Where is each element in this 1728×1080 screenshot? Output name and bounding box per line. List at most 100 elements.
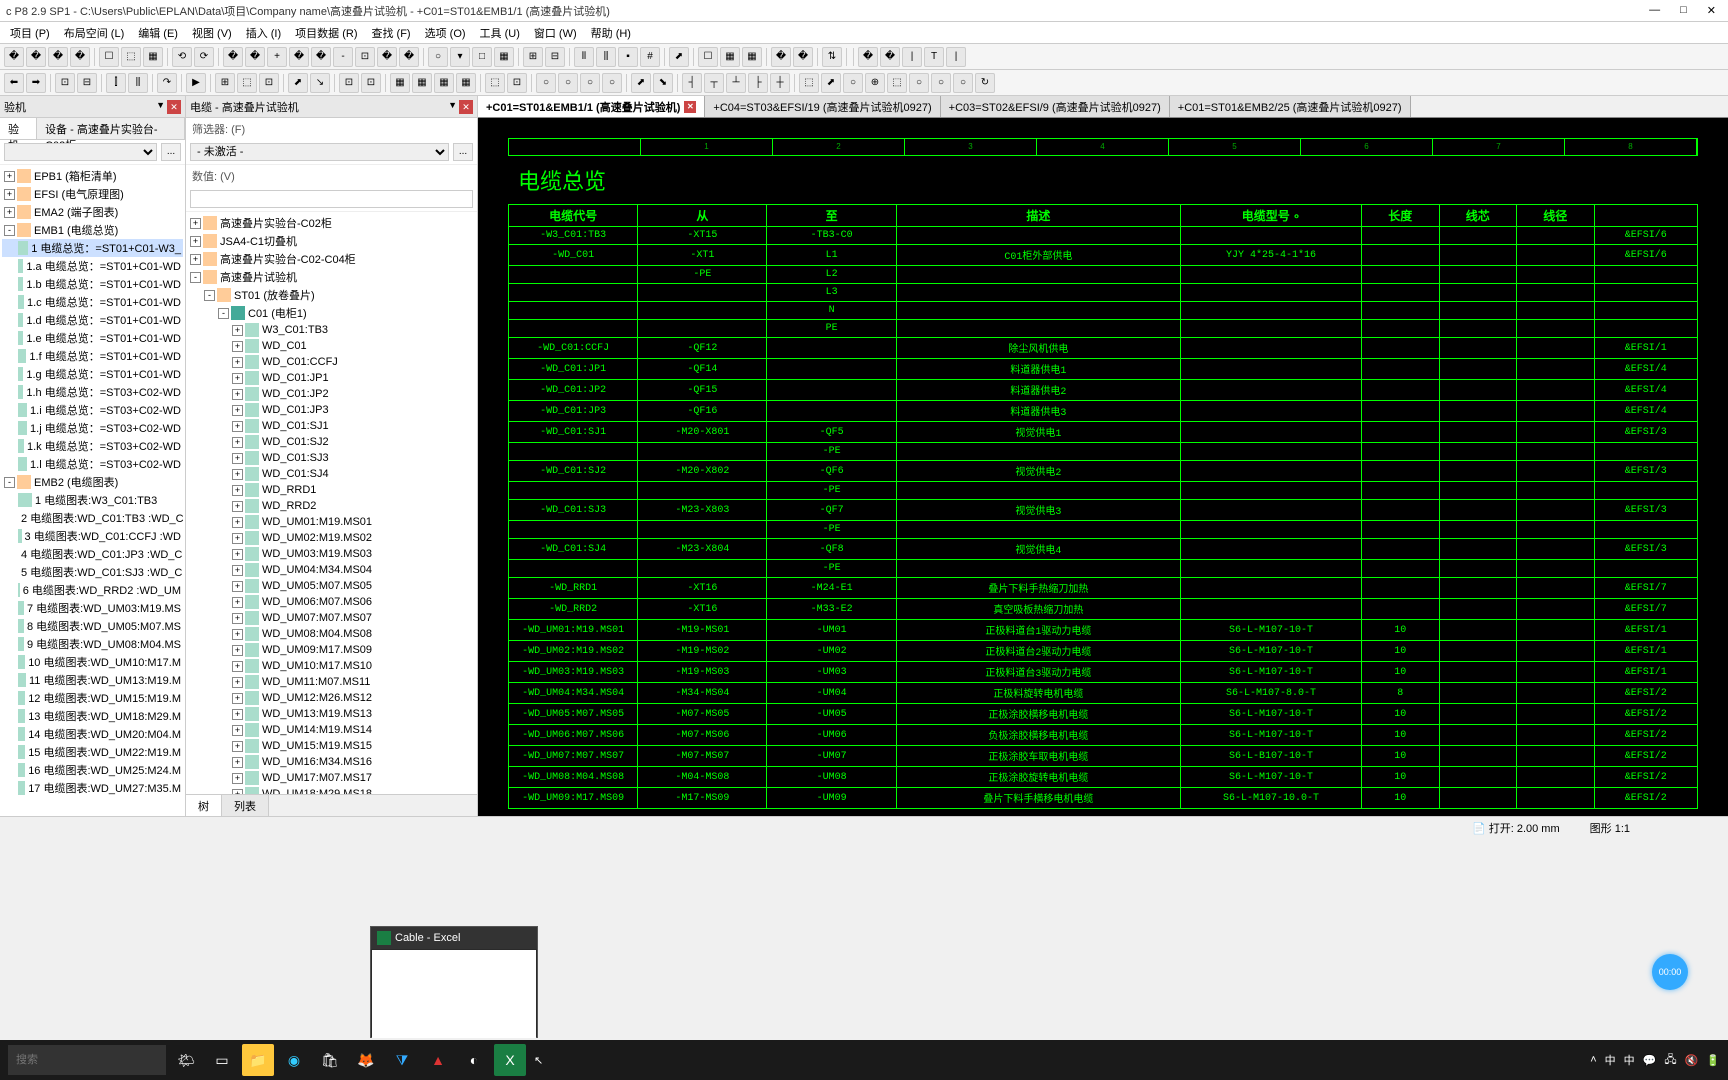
toolbar-btn[interactable]: �: [48, 47, 68, 67]
tree-item[interactable]: 1.d 电缆总览：=ST01+C01-WD: [2, 311, 183, 329]
toolbar-btn[interactable]: ⬚: [887, 73, 907, 93]
tb-app2-icon[interactable]: ◐: [458, 1044, 490, 1076]
tree-item[interactable]: +WD_UM08:M04.MS08: [188, 626, 475, 642]
tree-item[interactable]: 4 电缆图表:WD_C01:JP3 :WD_C: [2, 545, 183, 563]
tree-item[interactable]: +WD_UM14:M19.MS14: [188, 722, 475, 738]
tree-item[interactable]: -C01 (电柜1): [188, 304, 475, 322]
tray-network-icon[interactable]: 🖧: [1664, 1051, 1676, 1070]
tree-tab[interactable]: 树: [186, 795, 222, 816]
tree-item[interactable]: +WD_UM05:M07.MS05: [188, 578, 475, 594]
tree-item[interactable]: 17 电缆图表:WD_UM27:M35.M: [2, 779, 183, 797]
toolbar-btn[interactable]: ○: [428, 47, 448, 67]
tree-item[interactable]: 1 电缆总览：=ST01+C01-W3_: [2, 239, 183, 257]
tree-item[interactable]: 1.l 电缆总览：=ST03+C02-WD: [2, 455, 183, 473]
toolbar-btn[interactable]: ▾: [450, 47, 470, 67]
tree-item[interactable]: +WD_RRD2: [188, 498, 475, 514]
toolbar-btn[interactable]: ↻: [975, 73, 995, 93]
toolbar-btn[interactable]: ⫼: [596, 47, 616, 67]
panel-dropdown-icon[interactable]: ▼: [156, 100, 165, 114]
menu-item-7[interactable]: 选项 (O): [419, 23, 472, 43]
toolbar-btn[interactable]: ▦: [742, 47, 762, 67]
timer-badge[interactable]: 00:00: [1652, 954, 1688, 990]
tree-item[interactable]: +W3_C01:TB3: [188, 322, 475, 338]
tree-item[interactable]: 16 电缆图表:WD_UM25:M24.M: [2, 761, 183, 779]
toolbar-btn[interactable]: �: [858, 47, 878, 67]
value-input[interactable]: [190, 190, 473, 208]
tree-item[interactable]: +WD_UM18:M29.MS18: [188, 786, 475, 794]
tree-item[interactable]: 13 电缆图表:WD_UM18:M29.M: [2, 707, 183, 725]
tree-item[interactable]: 1.e 电缆总览：=ST01+C01-WD: [2, 329, 183, 347]
tree-item[interactable]: +WD_UM13:M19.MS13: [188, 706, 475, 722]
panel-close-icon[interactable]: ✕: [459, 100, 473, 114]
tree-item[interactable]: -高速叠片试验机: [188, 268, 475, 286]
tree-item[interactable]: 7 电缆图表:WD_UM03:M19.MS: [2, 599, 183, 617]
taskbar-search[interactable]: [8, 1045, 166, 1075]
toolbar-btn[interactable]: ⊡: [507, 73, 527, 93]
toolbar-btn[interactable]: ⫴: [574, 47, 594, 67]
doc-tab[interactable]: +C04=ST03&EFSI/19 (高速叠片试验机0927): [705, 96, 940, 117]
toolbar-btn[interactable]: ⬅: [4, 73, 24, 93]
tray-volume-icon[interactable]: 🔇: [1685, 1054, 1699, 1067]
tree-item[interactable]: +EFSI (电气原理图): [2, 185, 183, 203]
tree-item[interactable]: +WD_C01:SJ3: [188, 450, 475, 466]
tree-item[interactable]: +WD_UM02:M19.MS02: [188, 530, 475, 546]
toolbar-btn[interactable]: ⫼: [128, 73, 148, 93]
toolbar-btn[interactable]: ▦: [412, 73, 432, 93]
excel-preview[interactable]: Cable - Excel: [370, 926, 538, 1038]
tree-item[interactable]: 5 电缆图表:WD_C01:SJ3 :WD_C: [2, 563, 183, 581]
toolbar-btn[interactable]: ○: [843, 73, 863, 93]
toolbar-btn[interactable]: -: [333, 47, 353, 67]
toolbar-btn[interactable]: ⊡: [339, 73, 359, 93]
menu-item-9[interactable]: 窗口 (W): [528, 23, 583, 43]
tree-item[interactable]: +WD_UM11:M07.MS11: [188, 674, 475, 690]
menu-item-6[interactable]: 查找 (F): [365, 23, 416, 43]
tb-vscode-icon[interactable]: ⧩: [386, 1044, 418, 1076]
tree-item[interactable]: -EMB2 (电缆图表): [2, 473, 183, 491]
tree-item[interactable]: 3 电缆图表:WD_C01:CCFJ :WD: [2, 527, 183, 545]
toolbar-btn[interactable]: �: [26, 47, 46, 67]
tb-edge-icon[interactable]: ◉: [278, 1044, 310, 1076]
toolbar-btn[interactable]: +: [267, 47, 287, 67]
tree-item[interactable]: 9 电缆图表:WD_UM08:M04.MS: [2, 635, 183, 653]
panel-close-icon[interactable]: ✕: [167, 100, 181, 114]
toolbar-btn[interactable]: ⬊: [653, 73, 673, 93]
toolbar-btn[interactable]: ▦: [720, 47, 740, 67]
tree-item[interactable]: 8 电缆图表:WD_UM05:M07.MS: [2, 617, 183, 635]
tree-item[interactable]: 11 电缆图表:WD_UM13:M19.M: [2, 671, 183, 689]
menu-item-2[interactable]: 编辑 (E): [132, 23, 184, 43]
doc-tab[interactable]: +C01=ST01&EMB1/1 (高速叠片试验机)✕: [478, 96, 705, 117]
toolbar-btn[interactable]: ○: [536, 73, 556, 93]
toolbar-btn[interactable]: ⊟: [77, 73, 97, 93]
toolbar-btn[interactable]: ⊕: [865, 73, 885, 93]
toolbar-btn[interactable]: |: [946, 47, 966, 67]
tree-item[interactable]: +WD_UM06:M07.MS06: [188, 594, 475, 610]
toolbar-btn[interactable]: ⊡: [355, 47, 375, 67]
toolbar-btn[interactable]: ○: [953, 73, 973, 93]
toolbar-btn[interactable]: ⬚: [799, 73, 819, 93]
tb-firefox-icon[interactable]: 🦊: [350, 1044, 382, 1076]
menu-item-4[interactable]: 插入 (I): [240, 23, 287, 43]
toolbar-btn[interactable]: �: [377, 47, 397, 67]
tree-item[interactable]: +WD_C01:SJ2: [188, 434, 475, 450]
tray-lang[interactable]: 中: [1624, 1052, 1635, 1068]
toolbar-btn[interactable]: ▦: [456, 73, 476, 93]
tree-item[interactable]: +WD_UM17:M07.MS17: [188, 770, 475, 786]
tree-item[interactable]: +EMA2 (端子图表): [2, 203, 183, 221]
tree-item[interactable]: +WD_UM01:M19.MS01: [188, 514, 475, 530]
toolbar-btn[interactable]: ⬈: [288, 73, 308, 93]
tree-item[interactable]: 12 电缆图表:WD_UM15:M19.M: [2, 689, 183, 707]
tb-store-icon[interactable]: 🛍: [314, 1044, 346, 1076]
toolbar-btn[interactable]: □: [472, 47, 492, 67]
toolbar-btn[interactable]: |: [902, 47, 922, 67]
minimize-button[interactable]: —: [1643, 4, 1666, 17]
filter-select[interactable]: - 未激活 -: [190, 143, 449, 161]
doc-tab[interactable]: +C03=ST02&EFSI/9 (高速叠片试验机0927): [941, 96, 1170, 117]
toolbar-btn[interactable]: ○: [931, 73, 951, 93]
tree-item[interactable]: 10 电缆图表:WD_UM10:M17.M: [2, 653, 183, 671]
toolbar-btn[interactable]: ┴: [726, 73, 746, 93]
tb-app1-icon[interactable]: ▲: [422, 1044, 454, 1076]
toolbar-btn[interactable]: ○: [558, 73, 578, 93]
tree-item[interactable]: +WD_UM10:M17.MS10: [188, 658, 475, 674]
tray-chevron-icon[interactable]: ˄: [1590, 1054, 1596, 1066]
tree-item[interactable]: 1.f 电缆总览：=ST01+C01-WD: [2, 347, 183, 365]
